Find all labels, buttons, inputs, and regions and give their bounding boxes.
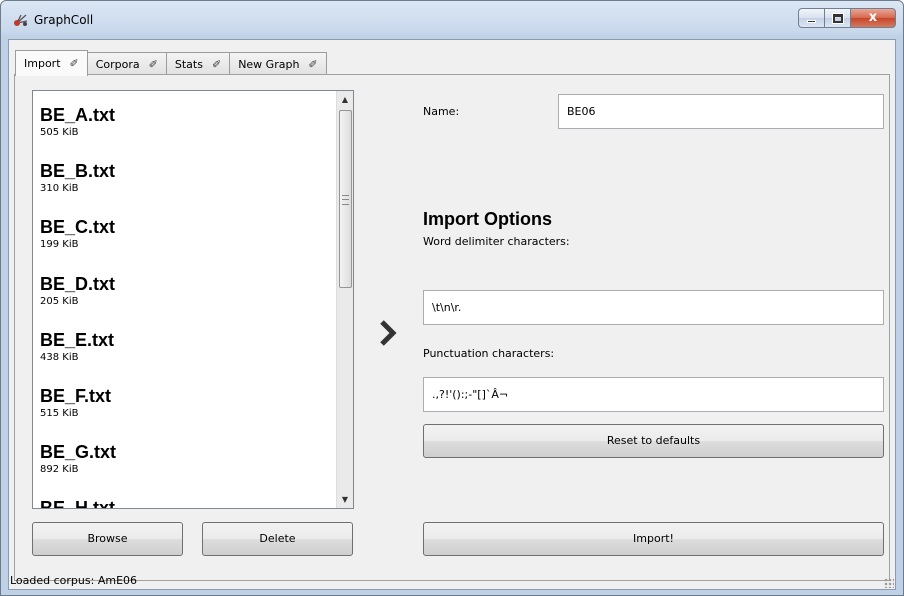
tab-corpora[interactable]: Corpora ✐ — [86, 52, 167, 75]
file-list[interactable]: BE_A.txt 505 KiB BE_B.txt 310 KiB BE_C.t… — [32, 90, 354, 509]
scrollbar-thumb[interactable] — [339, 110, 352, 288]
delete-button[interactable]: Delete — [202, 522, 353, 556]
pin-icon[interactable]: ✐ — [308, 58, 317, 71]
section-title: Import Options — [423, 209, 552, 229]
scroll-down-icon[interactable]: ▼ — [337, 491, 353, 508]
file-size: 199 KiB — [40, 239, 79, 250]
file-name: BE_E.txt — [40, 330, 115, 350]
maximize-button[interactable] — [824, 8, 850, 28]
file-size: 515 KiB — [40, 408, 79, 419]
list-item[interactable]: BE_H.txt — [40, 498, 116, 509]
list-item[interactable]: BE_F.txt 515 KiB — [40, 386, 111, 420]
minimize-icon — [807, 20, 816, 23]
title-bar[interactable]: GraphColl x — [1, 1, 903, 39]
status-text: Loaded corpus: AmE06 — [10, 574, 138, 587]
tab-bar: Import ✐ Corpora ✐ Stats ✐ New Graph ✐ — [15, 50, 327, 76]
list-item[interactable]: BE_G.txt 892 KiB — [40, 442, 116, 476]
import-tab-panel: BE_A.txt 505 KiB BE_B.txt 310 KiB BE_C.t… — [14, 74, 890, 581]
file-size: 505 KiB — [40, 127, 79, 138]
tab-label: New Graph — [238, 57, 300, 71]
tab-stats[interactable]: Stats ✐ — [165, 52, 231, 75]
file-size: 892 KiB — [40, 464, 79, 475]
app-logo-icon — [14, 14, 28, 26]
app-window: GraphColl x Import ✐ Corpora ✐ Stats ✐ N… — [0, 0, 904, 596]
close-button[interactable]: x — [850, 8, 896, 28]
tab-new-graph[interactable]: New Graph ✐ — [229, 52, 327, 75]
browse-button[interactable]: Browse — [32, 522, 183, 556]
scroll-up-icon[interactable]: ▲ — [337, 91, 353, 108]
file-size: 438 KiB — [40, 352, 79, 363]
punctuation-label: Punctuation characters: — [423, 347, 555, 360]
file-name: BE_C.txt — [40, 217, 116, 237]
list-item[interactable]: BE_C.txt 199 KiB — [40, 217, 115, 251]
file-name: BE_B.txt — [40, 161, 116, 181]
reset-defaults-button[interactable]: Reset to defaults — [423, 424, 884, 458]
file-name: BE_D.txt — [40, 274, 116, 294]
file-size: 310 KiB — [40, 183, 79, 194]
client-area: Import ✐ Corpora ✐ Stats ✐ New Graph ✐ B… — [8, 39, 896, 590]
file-size: 205 KiB — [40, 296, 79, 307]
import-button[interactable]: Import! — [423, 522, 884, 556]
resize-grip-icon[interactable] — [884, 578, 894, 588]
pin-icon[interactable]: ✐ — [149, 58, 158, 71]
file-name: BE_G.txt — [40, 442, 117, 462]
chevron-right-icon — [380, 320, 397, 346]
pin-icon[interactable]: ✐ — [70, 57, 79, 70]
minimize-button[interactable] — [798, 8, 824, 28]
word-delimiter-field[interactable]: \t\n\r. — [423, 290, 884, 325]
close-icon: x — [868, 10, 878, 25]
tab-label: Stats — [174, 57, 203, 71]
vertical-scrollbar[interactable]: ▲ ▼ — [336, 91, 353, 508]
file-name: BE_H.txt — [40, 498, 116, 509]
maximize-icon — [832, 13, 844, 24]
grip-icon — [342, 195, 349, 205]
list-item[interactable]: BE_A.txt 505 KiB — [40, 105, 115, 139]
window-controls: x — [798, 8, 896, 30]
list-item[interactable]: BE_E.txt 438 KiB — [40, 330, 114, 364]
name-label: Name: — [423, 105, 460, 118]
status-bar: Loaded corpus: AmE06 — [9, 572, 896, 590]
file-name: BE_A.txt — [40, 105, 116, 125]
list-item[interactable]: BE_D.txt 205 KiB — [40, 274, 115, 308]
punctuation-field[interactable]: .,?!'():;-"[]`Â¬ — [423, 377, 884, 412]
file-name: BE_F.txt — [40, 386, 112, 406]
name-field[interactable]: BE06 — [558, 94, 884, 129]
tab-label: Corpora — [95, 57, 140, 71]
pin-icon[interactable]: ✐ — [212, 58, 221, 71]
tab-import[interactable]: Import ✐ — [15, 50, 88, 76]
list-item[interactable]: BE_B.txt 310 KiB — [40, 161, 115, 195]
window-title: GraphColl — [34, 13, 94, 27]
word-delimiter-label: Word delimiter characters: — [423, 235, 570, 248]
tab-label: Import — [24, 57, 61, 70]
